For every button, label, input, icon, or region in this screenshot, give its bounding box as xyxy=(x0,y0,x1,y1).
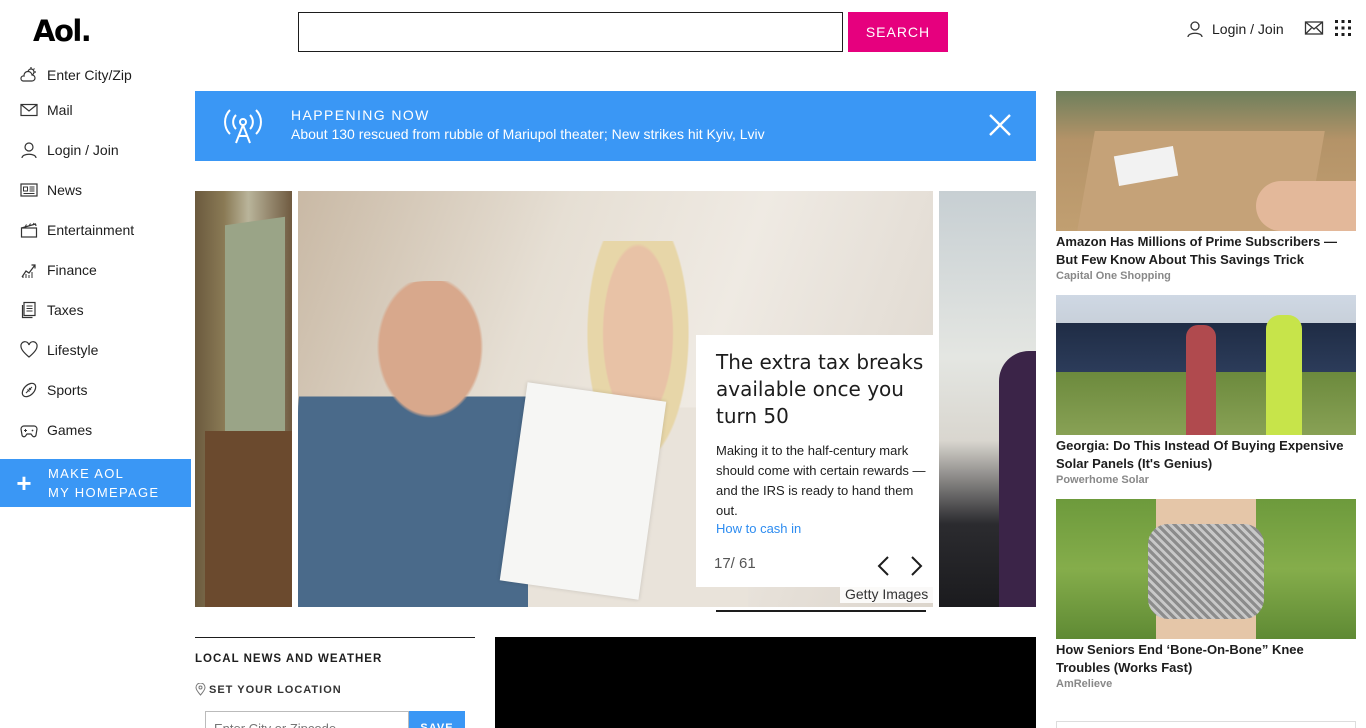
news-icon xyxy=(20,181,38,199)
local-news-title: LOCAL NEWS AND WEATHER xyxy=(195,653,383,665)
make-homepage-line2: MY HOMEPAGE xyxy=(48,485,160,500)
next-slide-image[interactable] xyxy=(939,191,1036,607)
sponsored-ad-1[interactable]: Amazon Has Millions of Prime Subscribers… xyxy=(1056,91,1356,282)
sidebar-item-sports[interactable]: Sports xyxy=(0,370,191,410)
clapper-icon xyxy=(20,221,38,239)
chevron-right-icon[interactable] xyxy=(906,553,926,579)
location-pin-icon xyxy=(195,683,206,696)
sidebar-item-label: Finance xyxy=(47,262,97,278)
hand xyxy=(1256,181,1356,231)
sidebar-item-label: Games xyxy=(47,422,93,438)
save-location-button[interactable]: SAVE xyxy=(409,711,465,728)
weather-icon xyxy=(20,66,38,84)
close-icon[interactable] xyxy=(987,112,1013,138)
search-input[interactable] xyxy=(298,12,843,52)
aol-homepage: Aol. SEARCH Login / Join Enter City/Zip xyxy=(0,0,1366,728)
paper-document xyxy=(499,382,667,600)
heart-icon xyxy=(20,341,38,359)
make-homepage-line1: MAKE AOL xyxy=(48,466,125,481)
news-carousel: The extra tax breaks available once you … xyxy=(195,191,1036,607)
sidebar-item-login[interactable]: Login / Join xyxy=(0,130,191,170)
ad-image[interactable] xyxy=(1056,295,1356,435)
aol-logo[interactable]: Aol. xyxy=(33,14,92,48)
slide-summary: Making it to the half-century mark shoul… xyxy=(716,443,926,518)
ad-title[interactable]: Georgia: Do This Instead Of Buying Expen… xyxy=(1056,437,1356,473)
ad-image[interactable] xyxy=(1056,91,1356,231)
search-button[interactable]: SEARCH xyxy=(848,12,948,52)
sidebar-item-weather[interactable]: Enter City/Zip xyxy=(0,60,191,90)
caption-underline xyxy=(716,610,926,612)
video-player[interactable] xyxy=(495,637,1036,728)
chart-icon xyxy=(20,261,38,279)
sidebar-item-label: News xyxy=(47,182,83,198)
sponsored-ad-3[interactable]: How Seniors End ‘Bone-On-Bone” Knee Trou… xyxy=(1056,499,1356,690)
mail-icon xyxy=(20,101,38,119)
mail-icon[interactable] xyxy=(1304,19,1324,37)
zipcode-input[interactable] xyxy=(205,711,409,728)
set-location-label: SET YOUR LOCATION xyxy=(195,683,342,696)
sidebar-item-finance[interactable]: Finance xyxy=(0,250,191,290)
header-login-label: Login / Join xyxy=(1212,21,1284,37)
apps-grid-icon[interactable] xyxy=(1334,19,1352,37)
sidebar-item-lifestyle[interactable]: Lifestyle xyxy=(0,330,191,370)
football-icon xyxy=(20,381,38,399)
sidebar-item-entertainment[interactable]: Entertainment xyxy=(0,210,191,250)
sidebar-nav: Enter City/Zip Mail Login / Join News En… xyxy=(0,60,191,450)
sidebar-item-label: Entertainment xyxy=(47,222,135,238)
knee-brace xyxy=(1148,524,1264,619)
previous-slide-image[interactable] xyxy=(195,191,292,607)
banner-title: HAPPENING NOW xyxy=(291,107,430,123)
ad-source: Powerhome Solar xyxy=(1056,474,1149,486)
image-credit: Getty Images xyxy=(840,585,934,603)
sponsored-ad-2[interactable]: Georgia: Do This Instead Of Buying Expen… xyxy=(1056,295,1356,486)
slide-link[interactable]: How to cash in xyxy=(716,521,801,536)
slide-caption-card: The extra tax breaks available once you … xyxy=(696,335,938,587)
broadcast-icon xyxy=(224,109,262,144)
user-icon xyxy=(1187,21,1203,38)
sidebar-item-news[interactable]: News xyxy=(0,170,191,210)
person-right xyxy=(1266,315,1302,435)
banner-headline[interactable]: About 130 rescued from rubble of Mariupo… xyxy=(291,126,765,142)
ad-source: AmRelieve xyxy=(1056,678,1113,690)
breaking-news-banner[interactable]: HAPPENING NOW About 130 rescued from rub… xyxy=(195,91,1036,161)
document-icon xyxy=(20,301,38,319)
sidebar-item-label: Taxes xyxy=(47,302,84,318)
sidebar-item-label: Login / Join xyxy=(47,142,119,158)
sidebar-item-taxes[interactable]: Taxes xyxy=(0,290,191,330)
wallet-image-part xyxy=(205,431,292,607)
sidebar-item-mail[interactable]: Mail xyxy=(0,90,191,130)
header-login-link[interactable]: Login / Join xyxy=(1186,18,1284,40)
sponsored-ad-4-partial[interactable] xyxy=(1056,721,1356,728)
chevron-left-icon[interactable] xyxy=(874,553,894,579)
sidebar-item-label: Sports xyxy=(47,382,88,398)
ad-image[interactable] xyxy=(1056,499,1356,639)
ad-title[interactable]: How Seniors End ‘Bone-On-Bone” Knee Trou… xyxy=(1056,641,1356,677)
slide-counter: 17/ 61 xyxy=(714,555,756,572)
local-news-module: LOCAL NEWS AND WEATHER SET YOUR LOCATION… xyxy=(195,637,475,728)
gamepad-icon xyxy=(20,421,38,439)
next-slide-figure xyxy=(999,351,1036,607)
person-left xyxy=(1186,325,1216,435)
slide-title[interactable]: The extra tax breaks available once you … xyxy=(716,349,926,430)
plus-icon: + xyxy=(16,468,32,498)
make-homepage-button[interactable]: + MAKE AOL MY HOMEPAGE xyxy=(0,459,191,507)
ad-source: Capital One Shopping xyxy=(1056,270,1171,282)
sidebar-item-games[interactable]: Games xyxy=(0,410,191,450)
sidebar-item-label: Lifestyle xyxy=(47,342,99,358)
sidebar-item-label: Enter City/Zip xyxy=(47,67,132,83)
ad-title[interactable]: Amazon Has Millions of Prime Subscribers… xyxy=(1056,233,1356,269)
user-icon xyxy=(20,141,38,159)
set-location-text: SET YOUR LOCATION xyxy=(209,683,342,696)
make-homepage-label: MAKE AOL MY HOMEPAGE xyxy=(48,464,159,502)
sidebar-item-label: Mail xyxy=(47,102,73,118)
